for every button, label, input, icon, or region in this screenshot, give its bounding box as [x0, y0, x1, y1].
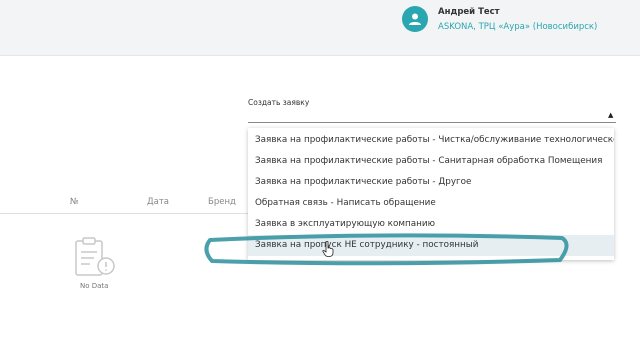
column-header-brand[interactable]: Бренд [208, 197, 236, 207]
dropdown-option[interactable]: Заявка в эксплуатирующую компанию [248, 214, 614, 235]
dropdown-option[interactable]: Заявка на профилактические работы - Друг… [248, 172, 614, 193]
caret-up-icon[interactable]: ▲ [608, 111, 613, 119]
dropdown-option[interactable]: Заявка на профилактические работы - Сани… [248, 151, 614, 172]
dropdown-option-highlighted[interactable]: Заявка на пропуск НЕ сотруднику - постоя… [248, 235, 614, 256]
create-request-label: Создать заявку [248, 98, 310, 107]
user-store[interactable]: ASKONA, ТРЦ «Аура» (Новосибирск) [438, 22, 597, 32]
clipboard-warning-icon [75, 237, 115, 276]
hand-pointer-icon [322, 241, 334, 257]
table-header-divider [0, 213, 248, 214]
dropdown-option[interactable]: Заявка на профилактические работы - Чист… [248, 130, 614, 151]
create-request-dropdown: Заявка на профилактические работы - Чист… [248, 128, 614, 260]
user-name: Андрей Тест [438, 7, 500, 17]
column-header-date[interactable]: Дата [147, 197, 169, 207]
user-icon [409, 13, 421, 25]
create-request-select[interactable] [248, 122, 616, 123]
column-header-number[interactable]: № [70, 197, 79, 207]
user-avatar[interactable] [402, 6, 428, 32]
dropdown-option[interactable]: Обратная связь - Написать обращение [248, 193, 614, 214]
no-data-text: No Data [80, 282, 109, 290]
top-bar: Андрей Тест ASKONA, ТРЦ «Аура» (Новосиби… [0, 0, 640, 44]
